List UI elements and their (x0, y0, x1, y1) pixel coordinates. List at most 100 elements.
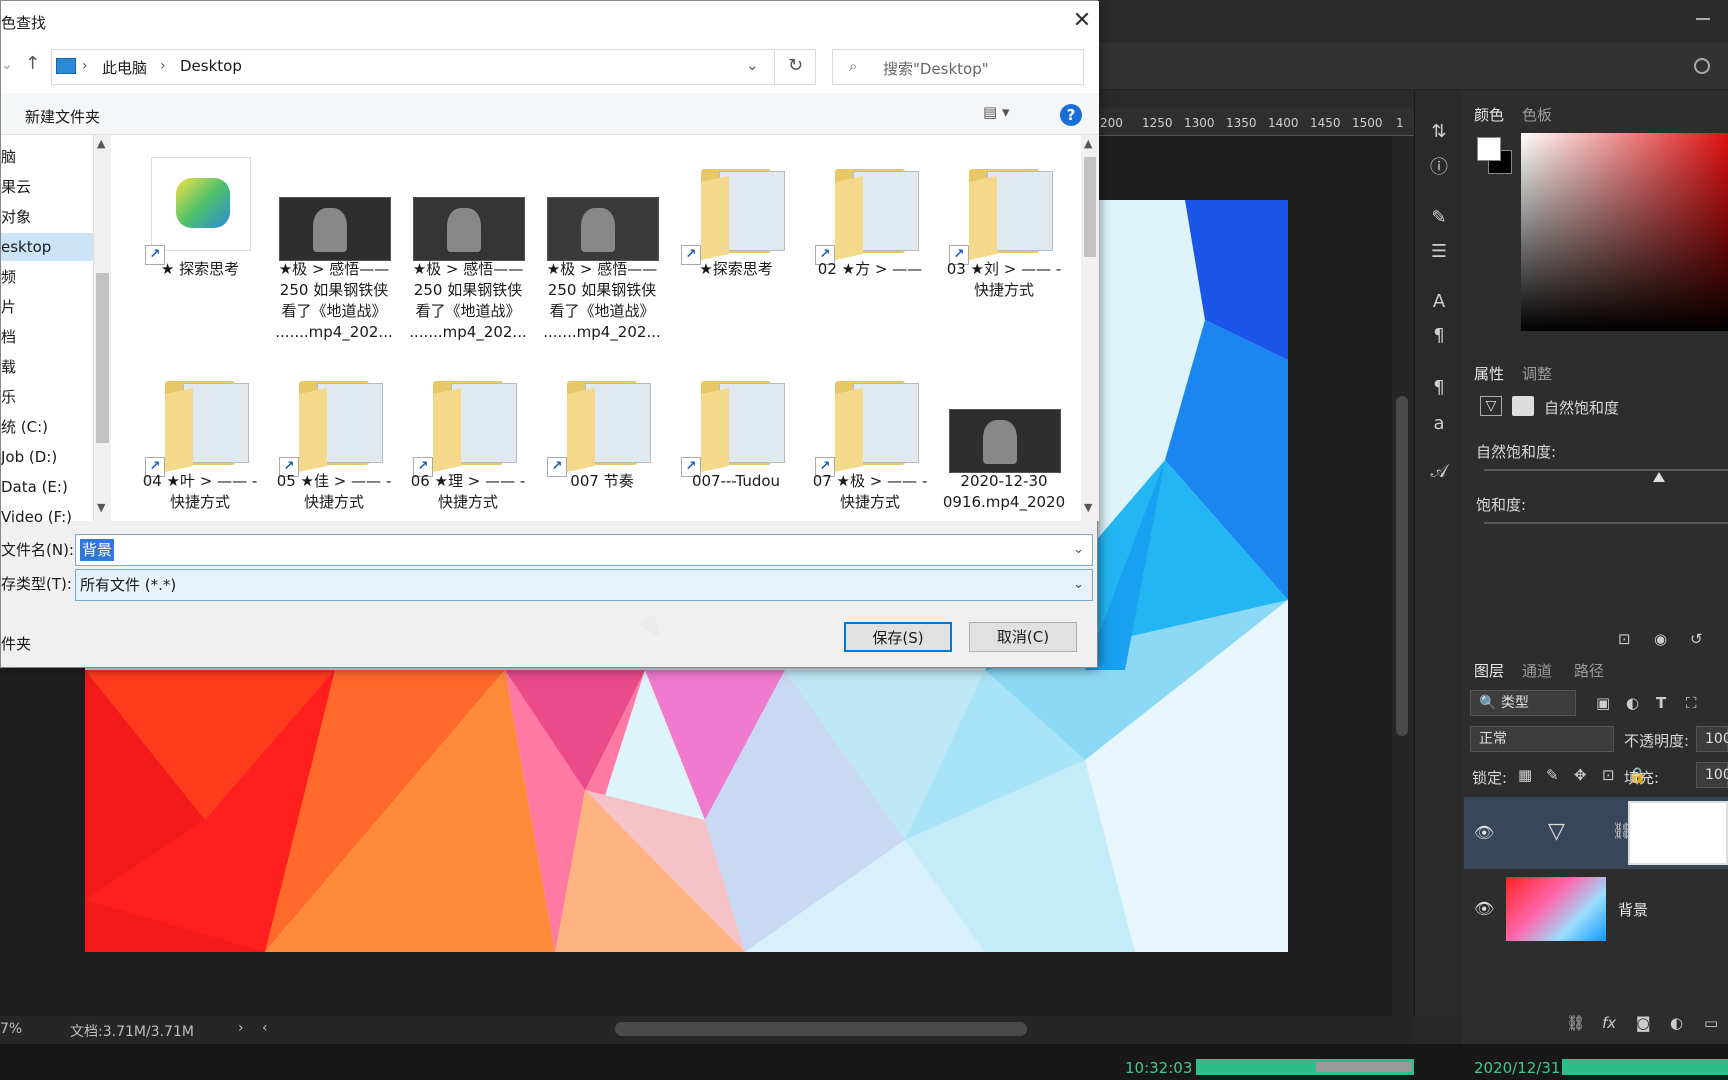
up-arrow-icon[interactable]: ↑ (25, 53, 40, 74)
chevron-right-icon[interactable]: › (82, 58, 88, 74)
file-list-scrollbar[interactable]: ▲ ▼ (1081, 135, 1099, 521)
vibrance-slider-handle[interactable] (1653, 472, 1665, 482)
link-layers-icon[interactable]: ⛓ (1566, 1014, 1585, 1032)
filetype-select[interactable]: 所有文件 (*.*) ⌄ (75, 569, 1093, 601)
layer-name[interactable]: 背景 (1618, 899, 1648, 920)
cancel-button[interactable]: 取消(C) (969, 622, 1077, 652)
file-item[interactable]: ★极 > 感悟—— 250 如果钢铁侠 看了《地道战》 .......mp4_2… (269, 143, 399, 343)
doc-info[interactable]: 文档:3.71M/3.71M (70, 1021, 194, 1041)
nav-item[interactable]: esktop (1, 233, 93, 261)
hide-folders-toggle[interactable]: 件夹 (1, 633, 31, 654)
layer-mask-thumbnail[interactable] (1628, 801, 1728, 865)
history-icon[interactable]: ⇅ (1427, 120, 1451, 144)
shape-filter-icon[interactable]: ⛶ (1686, 694, 1697, 712)
file-item[interactable]: 2020-12-30 0916.mp4_2020 (939, 355, 1069, 555)
nav-item[interactable]: Job (D:) (1, 443, 93, 471)
blend-mode-select[interactable]: 正常 (1470, 726, 1614, 752)
brush-icon[interactable]: ✎ (1427, 206, 1451, 230)
new-adjustment-icon[interactable]: ◐ (1670, 1014, 1683, 1032)
nav-item[interactable]: 对象 (1, 203, 93, 231)
nav-item[interactable]: 统 (C:) (1, 413, 93, 441)
scroll-down-icon[interactable]: ▼ (1084, 501, 1092, 514)
file-item[interactable]: ↗ 06 ★理 > —— - 快捷方式 (403, 355, 533, 555)
nav-item[interactable]: Data (E:) (1, 473, 93, 501)
zoom-level[interactable]: 7% (0, 1021, 22, 1037)
scroll-thumb[interactable] (1396, 396, 1408, 736)
glyphs-icon[interactable]: 𝒜 (1427, 460, 1451, 484)
character-style-icon[interactable]: a (1427, 412, 1451, 436)
minimize-icon[interactable] (1696, 18, 1710, 20)
nav-item[interactable]: 档 (1, 323, 93, 351)
clip-icon[interactable]: ⊡ (1618, 630, 1631, 648)
nav-item[interactable]: 脑 (1, 143, 93, 171)
file-item[interactable]: ↗ 05 ★佳 > —— - 快捷方式 (269, 355, 399, 555)
tab-layers[interactable]: 图层 (1474, 660, 1504, 681)
nav-item[interactable]: 片 (1, 293, 93, 321)
reset-icon[interactable]: ↺ (1690, 630, 1703, 648)
help-icon[interactable]: ? (1060, 104, 1082, 126)
nav-pane-scrollbar[interactable]: ▲ ▼ (93, 135, 111, 521)
chevron-left-icon[interactable]: ‹ (262, 1020, 268, 1036)
scroll-thumb[interactable] (96, 273, 109, 443)
new-folder-button[interactable]: 新建文件夹 (25, 106, 100, 127)
filename-input[interactable]: 背景 ⌄ (75, 534, 1093, 566)
opacity-field[interactable]: 100 (1696, 726, 1728, 752)
layer-row-vibrance[interactable]: 👁 ▽ ⛓ (1464, 797, 1728, 869)
chevron-down-icon[interactable]: ⌄ (1073, 570, 1084, 600)
tab-color[interactable]: 颜色 (1474, 104, 1504, 125)
file-item[interactable]: ↗ 007 节奏 (537, 355, 667, 555)
nav-item[interactable]: 果云 (1, 173, 93, 201)
paragraph-icon[interactable]: ¶ (1427, 324, 1451, 348)
file-item[interactable]: ↗ 02 ★方 > —— (805, 143, 935, 343)
adjust-filter-icon[interactable]: ◐ (1626, 694, 1639, 712)
saturation-slider[interactable] (1484, 522, 1728, 524)
fx-icon[interactable]: fx (1602, 1014, 1616, 1032)
chevron-down-icon[interactable]: ⌄ (746, 56, 759, 74)
tab-swatches[interactable]: 色板 (1522, 104, 1552, 125)
visibility-icon[interactable]: ◉ (1654, 630, 1667, 648)
eye-icon[interactable]: 👁 (1474, 899, 1494, 918)
lock-pixels-icon[interactable]: ✎ (1546, 766, 1559, 784)
new-group-icon[interactable]: ▭ (1704, 1014, 1718, 1032)
foreground-color-swatch[interactable] (1477, 137, 1501, 161)
layer-row-background[interactable]: 👁 背景 (1464, 873, 1728, 945)
character-icon[interactable]: A (1427, 290, 1451, 314)
save-button[interactable]: 保存(S) (844, 622, 952, 652)
eye-icon[interactable]: 👁 (1474, 823, 1494, 842)
adjust-icon[interactable]: ☰ (1427, 240, 1451, 264)
tab-paths[interactable]: 路径 (1574, 660, 1604, 681)
search-icon[interactable] (1694, 58, 1710, 74)
nav-item[interactable]: 乐 (1, 383, 93, 411)
file-item[interactable]: ↗ 07 ★极 > —— - 快捷方式 (805, 355, 935, 555)
file-item[interactable]: ↗ ★探索思考 (671, 143, 801, 343)
vibrance-slider[interactable] (1484, 469, 1728, 471)
search-input[interactable]: ⌕ 搜索"Desktop" (832, 49, 1084, 85)
chevron-right-icon[interactable]: › (160, 58, 166, 74)
tab-adjustments[interactable]: 调整 (1522, 363, 1552, 384)
tab-properties[interactable]: 属性 (1474, 363, 1504, 384)
file-item[interactable]: ↗ 007---Tudou (671, 355, 801, 555)
ps-vertical-scrollbar[interactable] (1392, 136, 1414, 1016)
info-icon[interactable]: ⓘ (1427, 156, 1451, 180)
file-item[interactable]: ↗ ★ 探索思考 (135, 143, 265, 343)
file-item[interactable]: ★极 > 感悟—— 250 如果钢铁侠 看了《地道战》 .......mp4_2… (537, 143, 667, 343)
back-arrow-icon[interactable]: ⌄ (1, 57, 13, 73)
close-icon[interactable]: ✕ (1070, 9, 1094, 33)
fill-field[interactable]: 100 (1696, 762, 1728, 788)
add-mask-icon[interactable]: ◙ (1636, 1014, 1651, 1032)
chevron-down-icon[interactable]: ⌄ (1073, 535, 1084, 565)
type-filter-icon[interactable]: T (1656, 694, 1666, 712)
file-item[interactable]: ↗ 04 ★叶 > —— - 快捷方式 (135, 355, 265, 555)
address-bar[interactable]: › 此电脑 › Desktop ⌄ (51, 49, 816, 85)
lock-transparent-icon[interactable]: ▦ (1518, 766, 1532, 784)
view-options-icon[interactable]: ▤ ▾ (983, 103, 1009, 121)
file-item[interactable]: ★极 > 感悟—— 250 如果钢铁侠 看了《地道战》 .......mp4_2… (403, 143, 533, 343)
tab-channels[interactable]: 通道 (1522, 660, 1552, 681)
nav-item[interactable]: 频 (1, 263, 93, 291)
nav-item[interactable]: Video (F:) (1, 503, 93, 531)
layer-filter-select[interactable]: 🔍 类型 (1470, 690, 1576, 716)
scroll-thumb[interactable] (1084, 157, 1096, 257)
scroll-up-icon[interactable]: ▲ (97, 137, 105, 150)
nav-item[interactable]: 载 (1, 353, 93, 381)
breadcrumb-desktop[interactable]: Desktop (180, 57, 242, 75)
